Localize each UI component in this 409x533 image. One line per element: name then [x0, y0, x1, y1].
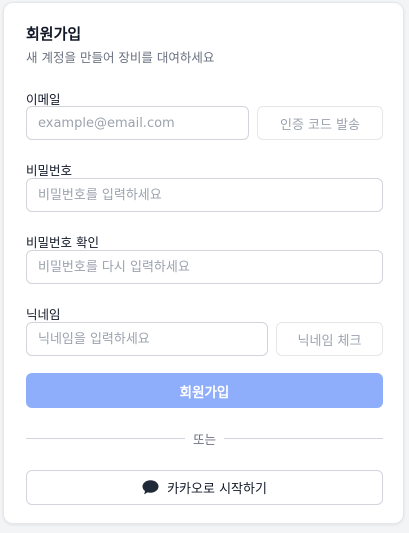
kakao-login-button[interactable]: 카카오로 시작하기 [26, 470, 383, 505]
speech-bubble-icon [142, 480, 159, 495]
password-confirm-label: 비밀번호 확인 [26, 235, 99, 250]
password-confirm-input[interactable] [26, 250, 383, 284]
divider-line-left [26, 437, 185, 439]
send-code-button[interactable]: 인증 코드 발송 [257, 106, 383, 140]
nickname-check-button[interactable]: 닉네임 체크 [276, 322, 383, 356]
signup-submit-button[interactable]: 회원가입 [26, 373, 383, 408]
divider-text: 또는 [193, 431, 217, 447]
password-label: 비밀번호 [26, 163, 73, 178]
email-input[interactable] [26, 106, 249, 140]
nickname-input[interactable] [26, 322, 268, 356]
page-subtitle: 새 계정을 만들어 장비를 대여하세요 [26, 50, 215, 65]
nickname-label: 닉네임 [26, 307, 61, 322]
password-input[interactable] [26, 178, 383, 212]
or-divider: 또는 [26, 430, 384, 447]
page-title: 회원가입 [26, 25, 82, 43]
divider-line-right [224, 437, 384, 439]
signup-card: 회원가입 새 계정을 만들어 장비를 대여하세요 이메일 인증 코드 발송 비밀… [3, 2, 404, 524]
kakao-login-label: 카카오로 시작하기 [167, 482, 267, 497]
